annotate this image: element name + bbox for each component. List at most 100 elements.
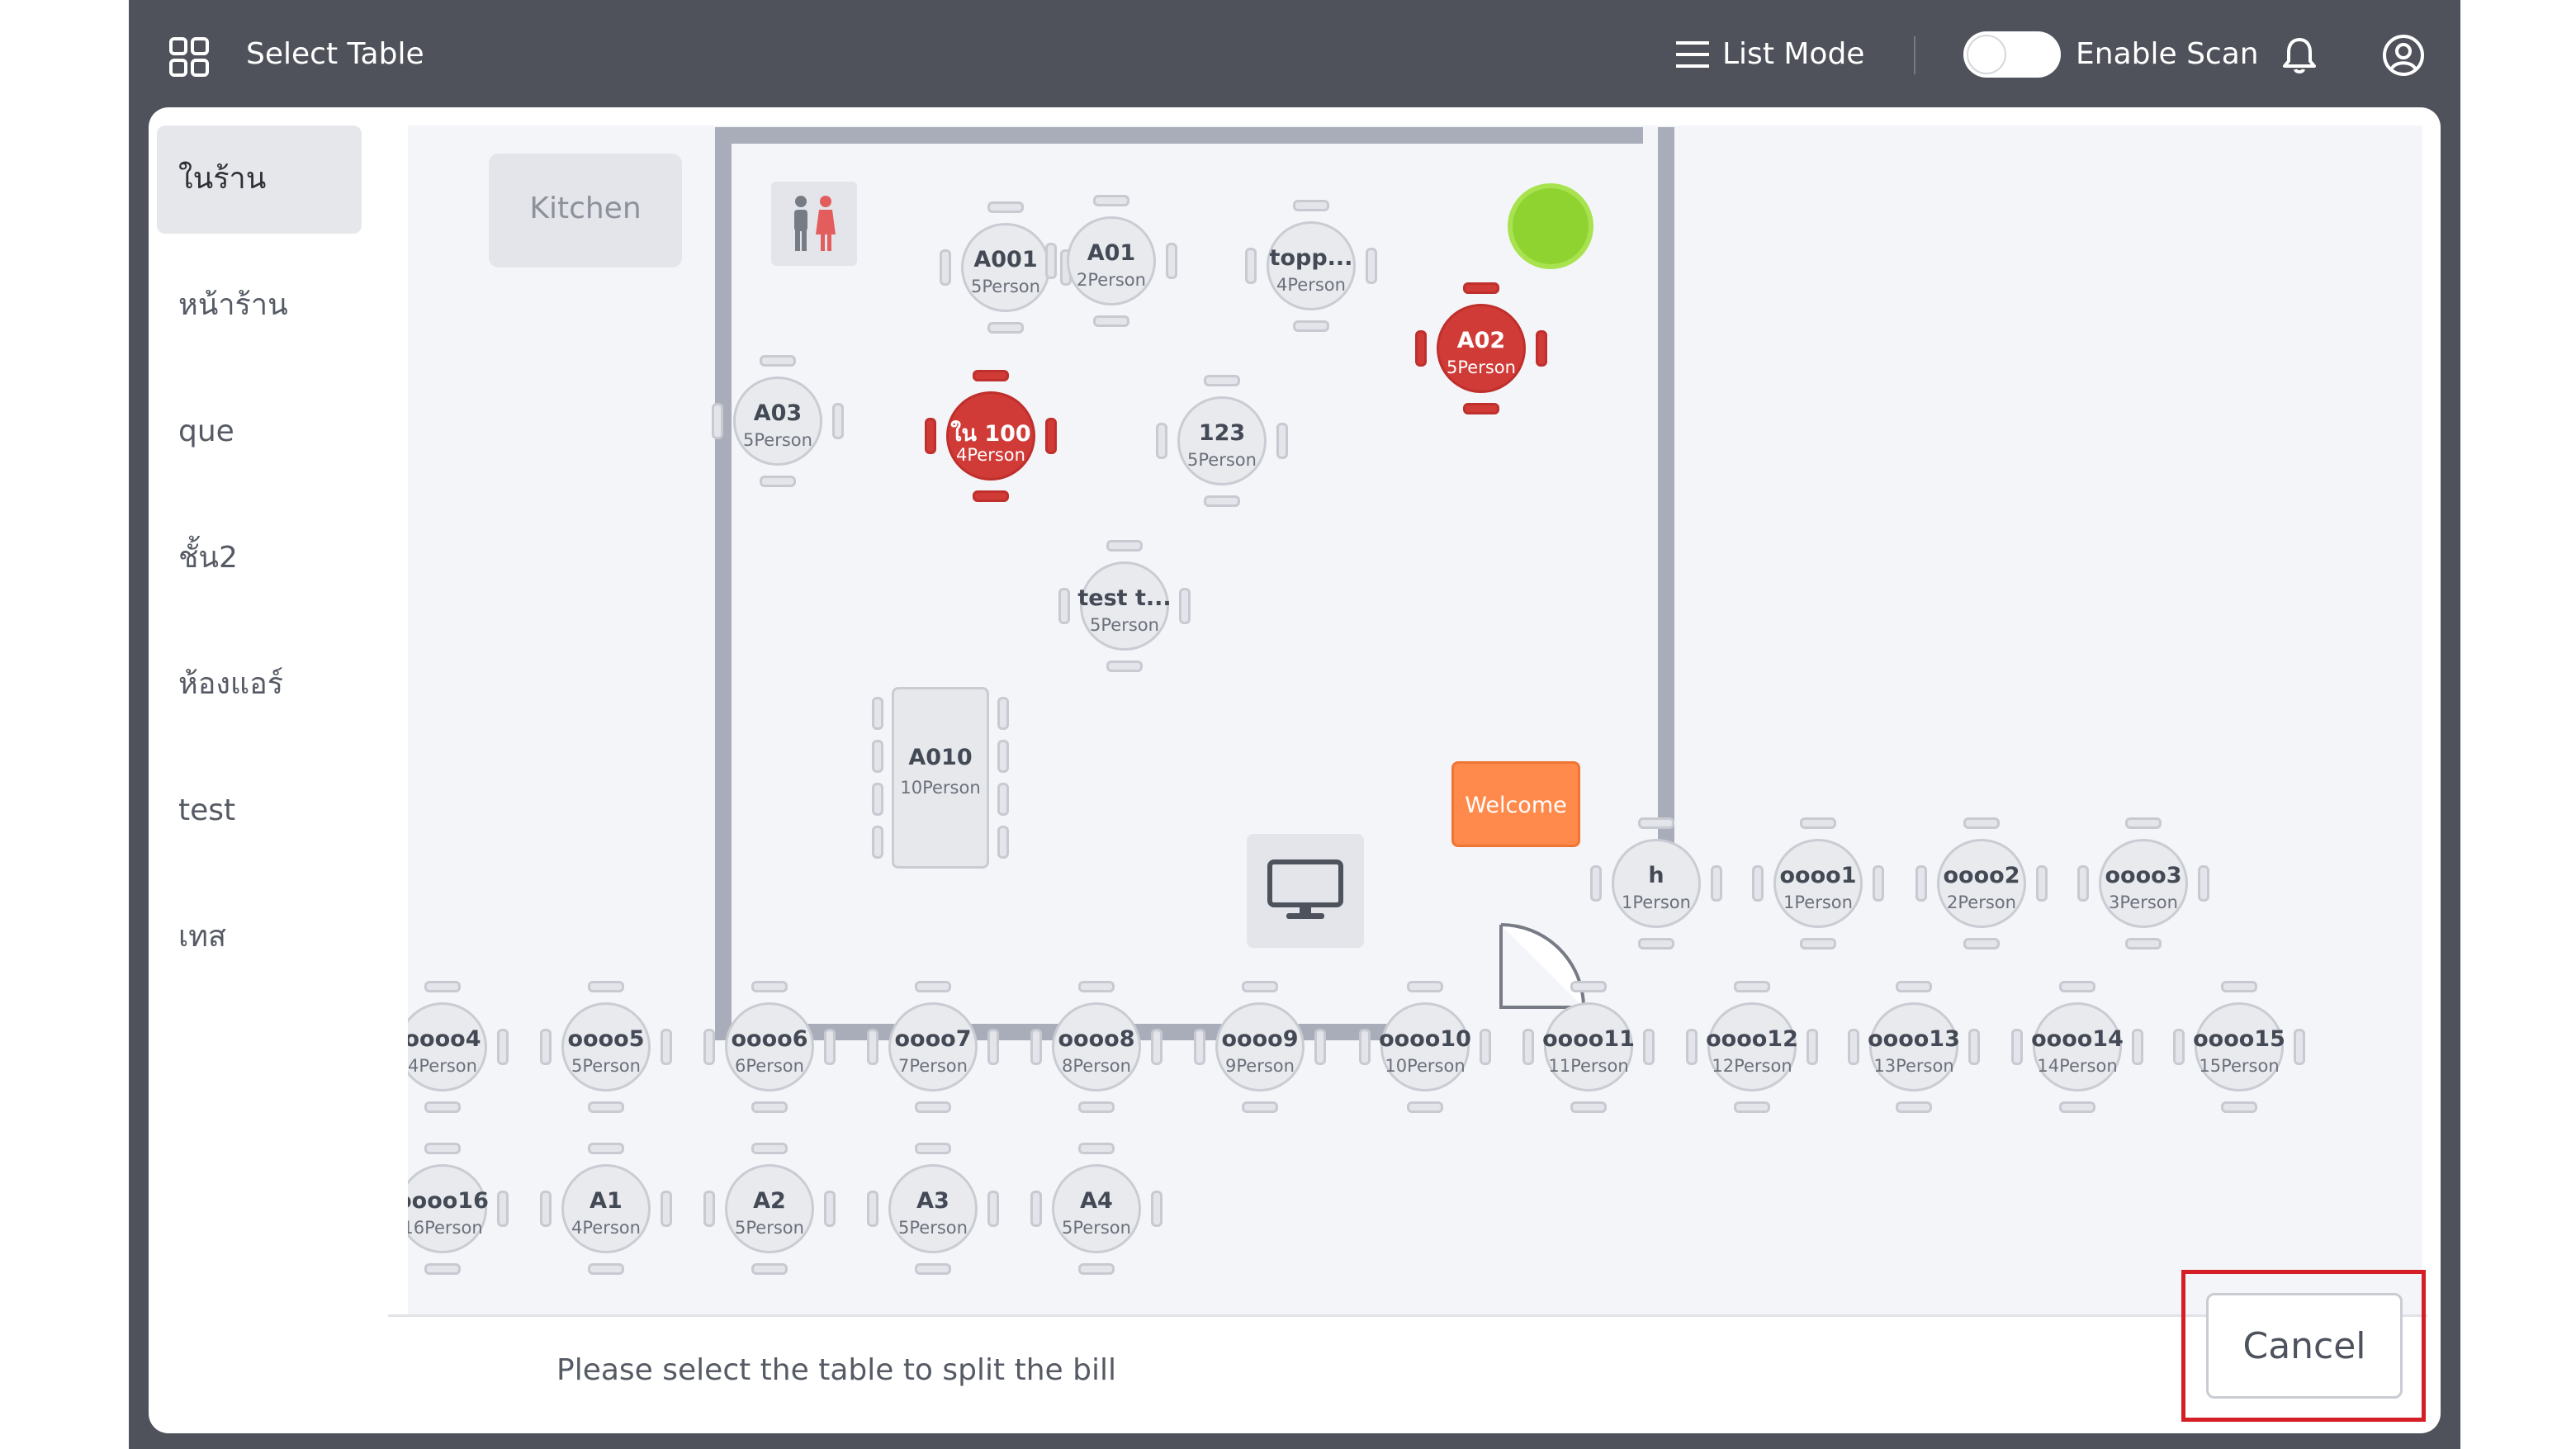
split-bill-instruction: Please select the table to split the bil…: [556, 1353, 1116, 1387]
chair: [1407, 1101, 1443, 1113]
chair: [588, 981, 624, 992]
chair: [1734, 1101, 1770, 1113]
chair: [751, 981, 788, 992]
chair: [1106, 540, 1143, 552]
table-card[interactable]: oooo15 15Person: [2173, 981, 2305, 1113]
table-card[interactable]: oooo4 4Person: [408, 981, 509, 1113]
table-capacity: 9Person: [1225, 1056, 1295, 1076]
zone-tab-0[interactable]: ในร้าน: [157, 125, 362, 234]
chair: [1204, 375, 1240, 386]
zone-tab-2[interactable]: que: [157, 378, 362, 486]
table-capacity: 4Person: [1276, 275, 1346, 295]
table-card[interactable]: A2 5Person: [703, 1143, 836, 1275]
table-card[interactable]: 123 5Person: [1156, 375, 1288, 507]
table-capacity: 6Person: [735, 1056, 804, 1076]
table-card[interactable]: oooo8 8Person: [1030, 981, 1163, 1113]
grid-icon[interactable]: [168, 36, 210, 78]
zone-tab-3[interactable]: ชั้น2: [157, 504, 362, 613]
table-name: oooo11: [1542, 1026, 1635, 1052]
chair: [973, 370, 1009, 381]
cancel-button[interactable]: Cancel: [2206, 1293, 2403, 1399]
wall-right: [1658, 127, 1674, 895]
table-card[interactable]: oooo14 14Person: [2011, 981, 2143, 1113]
kitchen-block: Kitchen: [489, 154, 682, 268]
chair: [424, 1263, 461, 1275]
zone-tab-6[interactable]: เทส: [157, 883, 362, 992]
bell-icon[interactable]: [2279, 35, 2320, 76]
table-name: oooo7: [894, 1026, 972, 1052]
table-capacity: 5Person: [898, 1218, 968, 1238]
table-card[interactable]: A3 5Person: [867, 1143, 999, 1275]
zone-tab-5[interactable]: test: [157, 757, 362, 865]
table-capacity: 4Person: [571, 1218, 641, 1238]
table-card[interactable]: oooo9 9Person: [1194, 981, 1326, 1113]
table-card[interactable]: oooo13 13Person: [1848, 981, 1980, 1113]
table-card[interactable]: topp... 4Person: [1245, 200, 1377, 332]
table-card[interactable]: A03 5Person: [712, 355, 844, 487]
table-name: oooo12: [1706, 1026, 1798, 1052]
chair: [1570, 981, 1607, 992]
table-card[interactable]: oooo1 1Person: [1752, 817, 1884, 949]
zone-tab-4[interactable]: ห้องแอร์: [157, 631, 362, 739]
table-card[interactable]: oooo16 16Person: [408, 1143, 509, 1275]
table-name: h: [1648, 863, 1664, 888]
table-card[interactable]: A4 5Person: [1030, 1143, 1163, 1275]
chair: [1734, 981, 1770, 992]
table-card[interactable]: oooo10 10Person: [1359, 981, 1491, 1113]
table-name: oooo1: [1779, 863, 1857, 888]
chair: [1570, 1101, 1607, 1113]
table-name: A4: [1080, 1188, 1113, 1214]
toggle-knob: [1967, 35, 2006, 74]
chair: [1963, 817, 2000, 829]
table-card[interactable]: ใน 100 4Person: [925, 370, 1057, 502]
table-card[interactable]: oooo2 2Person: [1915, 817, 2048, 949]
chair: [424, 1143, 461, 1154]
zone-label: que: [178, 414, 234, 448]
chair: [424, 981, 461, 992]
table-card[interactable]: oooo5 5Person: [540, 981, 672, 1113]
status-dot: [1508, 183, 1593, 269]
table-capacity: 3Person: [2109, 893, 2178, 912]
table-card[interactable]: oooo11 11Person: [1522, 981, 1655, 1113]
table-name: 123: [1198, 420, 1246, 446]
chair: [2221, 981, 2257, 992]
menu-icon: [1676, 41, 1709, 68]
table-card[interactable]: h 1Person: [1590, 817, 1722, 949]
table-name: A1: [590, 1188, 623, 1214]
table-name: A010: [908, 745, 973, 770]
chair: [1638, 817, 1674, 829]
restroom-marker: [771, 182, 857, 266]
chair: [872, 697, 883, 730]
restroom-icon: [794, 196, 836, 251]
table-name: oooo8: [1058, 1026, 1135, 1052]
chair: [1093, 315, 1129, 327]
chair: [2059, 981, 2095, 992]
chair: [1463, 282, 1499, 294]
table-card[interactable]: oooo12 12Person: [1686, 981, 1818, 1113]
table-capacity: 14Person: [2037, 1056, 2118, 1076]
table-card[interactable]: oooo6 6Person: [703, 981, 836, 1113]
chair: [1896, 1101, 1932, 1113]
table-card[interactable]: oooo3 3Person: [2077, 817, 2209, 949]
table-name: oooo9: [1221, 1026, 1299, 1052]
table-card[interactable]: A02 5Person: [1415, 282, 1547, 414]
table-card-a010[interactable]: A010 10Person: [872, 687, 1009, 869]
zone-tab-1[interactable]: หน้าร้าน: [157, 252, 362, 360]
table-card[interactable]: A01 2Person: [1045, 195, 1177, 327]
account-icon[interactable]: [2381, 33, 2426, 78]
zone-label: เทส: [178, 920, 227, 954]
chair: [915, 1143, 951, 1154]
table-capacity: 4Person: [956, 445, 1025, 465]
chair: [1463, 403, 1499, 414]
table-name: oooo10: [1379, 1026, 1471, 1052]
table-capacity: 2Person: [1947, 893, 2016, 912]
list-mode-button[interactable]: List Mode: [1674, 30, 1881, 79]
zone-label: ชั้น2: [178, 541, 238, 575]
table-card[interactable]: oooo7 7Person: [867, 981, 999, 1113]
enable-scan-toggle[interactable]: [1963, 31, 2061, 78]
chair: [751, 1263, 788, 1275]
table-card[interactable]: test t... 5Person: [1058, 540, 1191, 672]
table-card[interactable]: A1 4Person: [540, 1143, 672, 1275]
table-name: oooo14: [2031, 1026, 2124, 1052]
table-name: oooo15: [2193, 1026, 2285, 1052]
